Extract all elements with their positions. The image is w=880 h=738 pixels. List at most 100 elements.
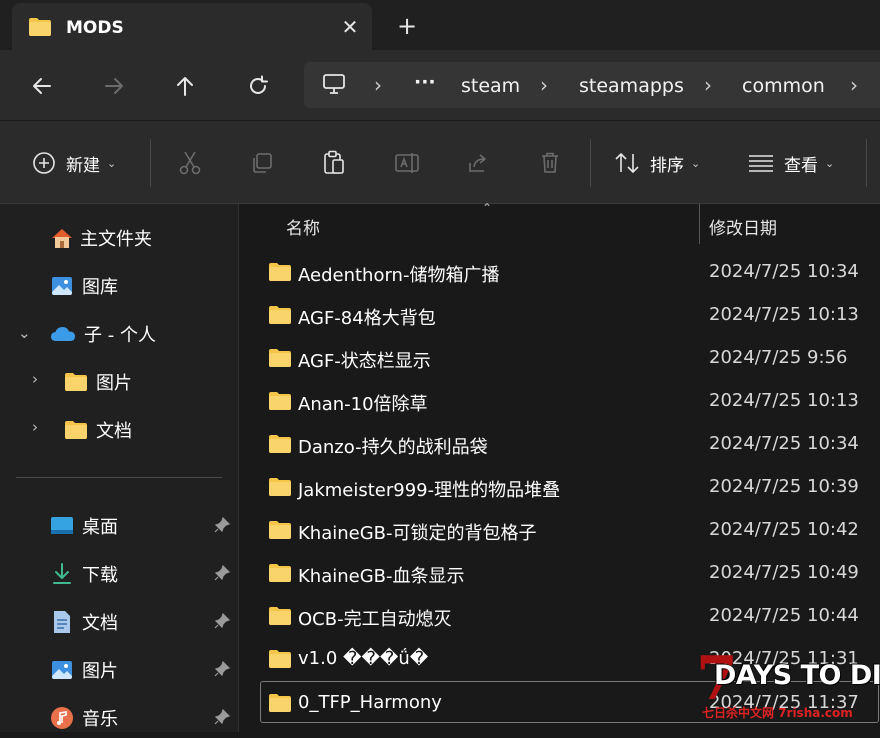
- trash-icon: [542, 152, 558, 173]
- file-row[interactable]: AGF-84格大背包 2024/7/25 10:13: [261, 294, 880, 336]
- refresh-icon: [250, 75, 268, 94]
- sidebar-item-label: 图片: [82, 661, 118, 682]
- sidebar-item-downloads[interactable]: 下载: [50, 554, 118, 594]
- paste-button[interactable]: [322, 147, 346, 179]
- new-button-label: 新建: [66, 155, 100, 176]
- watermark-logo-text: DAYS TO DIE: [714, 660, 880, 691]
- file-row[interactable]: Jakmeister999-理性的物品堆叠 2024/7/25 10:39: [261, 466, 880, 508]
- column-header-name[interactable]: 名称: [286, 214, 320, 239]
- column-resize-handle[interactable]: [699, 204, 700, 244]
- sort-button[interactable]: 排序 ⌄: [614, 147, 700, 179]
- folder-icon: [268, 391, 292, 415]
- active-tab[interactable]: MODS ✕: [12, 3, 372, 50]
- column-header-modified[interactable]: 修改日期: [709, 214, 777, 239]
- file-row[interactable]: AGF-状态栏显示 2024/7/25 9:56: [261, 337, 880, 379]
- copy-button[interactable]: [250, 147, 274, 179]
- command-bar: 新建 ⌄ 排序 ⌄ 查看 ⌄: [0, 120, 880, 204]
- copy-icon: [253, 153, 272, 173]
- file-modified-date: 2024/7/25 10:13: [709, 304, 859, 325]
- rename-button[interactable]: [394, 147, 420, 179]
- breadcrumb-steam[interactable]: steam: [461, 75, 520, 97]
- chevron-right-icon[interactable]: ›: [32, 370, 38, 388]
- view-button[interactable]: 查看 ⌄: [748, 147, 834, 179]
- back-button[interactable]: [22, 66, 62, 106]
- pin-icon[interactable]: [214, 564, 231, 585]
- folder-icon: [268, 434, 292, 458]
- file-row[interactable]: KhaineGB-血条显示 2024/7/25 10:49: [261, 552, 880, 594]
- breadcrumb-steamapps[interactable]: steamapps: [579, 75, 684, 97]
- up-button[interactable]: [165, 66, 205, 106]
- column-header-row: ⌃ 名称 修改日期: [239, 201, 880, 244]
- sidebar-item-music[interactable]: 音乐: [50, 698, 118, 738]
- folder-icon: [268, 606, 292, 630]
- sidebar-item-pictures[interactable]: 图片: [50, 650, 118, 690]
- file-modified-date: 2024/7/25 10:34: [709, 433, 859, 454]
- share-icon: [469, 154, 486, 172]
- sidebar-item-desktop[interactable]: 桌面: [50, 506, 118, 546]
- file-row[interactable]: Danzo-持久的战利品袋 2024/7/25 10:34: [261, 423, 880, 465]
- chevron-right-icon: ›: [540, 73, 548, 97]
- address-more-button[interactable]: ···: [414, 71, 436, 93]
- sidebar-item-onedrive[interactable]: 子 - 个人: [50, 314, 156, 354]
- file-name: 0_TFP_Harmony: [298, 692, 442, 713]
- cloud-icon: [51, 327, 75, 341]
- sidebar-item-label: 图片: [96, 373, 132, 394]
- sidebar-item-onedrive-documents[interactable]: 文档: [64, 410, 132, 450]
- back-arrow-icon: [33, 78, 51, 94]
- file-name: Jakmeister999-理性的物品堆叠: [298, 480, 561, 501]
- up-arrow-icon: [177, 77, 193, 96]
- sidebar-item-onedrive-pictures[interactable]: 图片: [64, 362, 132, 402]
- sidebar-item-home[interactable]: 主文件夹: [50, 218, 152, 258]
- new-button[interactable]: 新建 ⌄: [32, 147, 116, 179]
- new-tab-button[interactable]: +: [390, 10, 424, 42]
- pin-icon[interactable]: [214, 708, 231, 729]
- sidebar-item-label: 主文件夹: [80, 229, 152, 250]
- folder-icon: [268, 348, 292, 372]
- folder-icon: [28, 17, 52, 41]
- address-bar[interactable]: › ··· steam › steamapps › common ›: [304, 62, 880, 108]
- file-row[interactable]: OCB-完工自动熄灭 2024/7/25 10:44: [261, 595, 880, 637]
- chevron-right-icon[interactable]: ›: [32, 418, 38, 436]
- share-button[interactable]: [466, 147, 490, 179]
- chevron-down-icon[interactable]: ⌄: [18, 324, 31, 342]
- close-tab-button[interactable]: ✕: [334, 11, 366, 43]
- folder-icon: [65, 421, 87, 439]
- folder-icon: [268, 262, 292, 286]
- pin-icon[interactable]: [214, 612, 231, 633]
- plus-circle-icon: [33, 152, 55, 174]
- folder-icon: [65, 373, 87, 391]
- chevron-right-icon: ›: [850, 73, 858, 97]
- home-icon: [52, 229, 72, 248]
- file-modified-date: 2024/7/25 10:39: [709, 476, 859, 497]
- file-name: Aedenthorn-储物箱广播: [298, 265, 500, 286]
- delete-button[interactable]: [538, 147, 562, 179]
- breadcrumb-common[interactable]: common: [742, 75, 825, 97]
- chevron-down-icon: ⌄: [825, 156, 835, 170]
- picture-icon: [52, 661, 72, 679]
- folder-icon: [268, 305, 292, 329]
- folder-icon: [268, 520, 292, 544]
- rename-icon: [395, 153, 419, 173]
- file-row[interactable]: KhaineGB-可锁定的背包格子 2024/7/25 10:42: [261, 509, 880, 551]
- sidebar-item-label: 文档: [96, 421, 132, 442]
- file-row[interactable]: Aedenthorn-储物箱广播 2024/7/25 10:34: [261, 251, 880, 293]
- toolbar-divider: [590, 139, 591, 187]
- file-row[interactable]: Anan-10倍除草 2024/7/25 10:13: [261, 380, 880, 422]
- refresh-button[interactable]: [238, 66, 278, 106]
- file-modified-date: 2024/7/25 9:56: [709, 347, 848, 368]
- file-name: AGF-84格大背包: [298, 308, 436, 329]
- sidebar-item-documents[interactable]: 文档: [50, 602, 118, 642]
- toolbar-divider: [150, 139, 151, 187]
- view-list-icon: [749, 155, 773, 172]
- title-bar: MODS ✕ +: [0, 0, 880, 50]
- file-name: v1.0 ���ǘ�: [298, 648, 429, 669]
- forward-button[interactable]: [94, 66, 134, 106]
- pin-icon[interactable]: [214, 516, 231, 537]
- forward-arrow-icon: [105, 78, 123, 94]
- sidebar-item-gallery[interactable]: 图库: [50, 266, 118, 306]
- cut-button[interactable]: [178, 147, 202, 179]
- tab-title: MODS: [66, 18, 124, 38]
- document-icon: [54, 611, 70, 633]
- pin-icon[interactable]: [214, 660, 231, 681]
- scissors-icon: [179, 151, 201, 175]
